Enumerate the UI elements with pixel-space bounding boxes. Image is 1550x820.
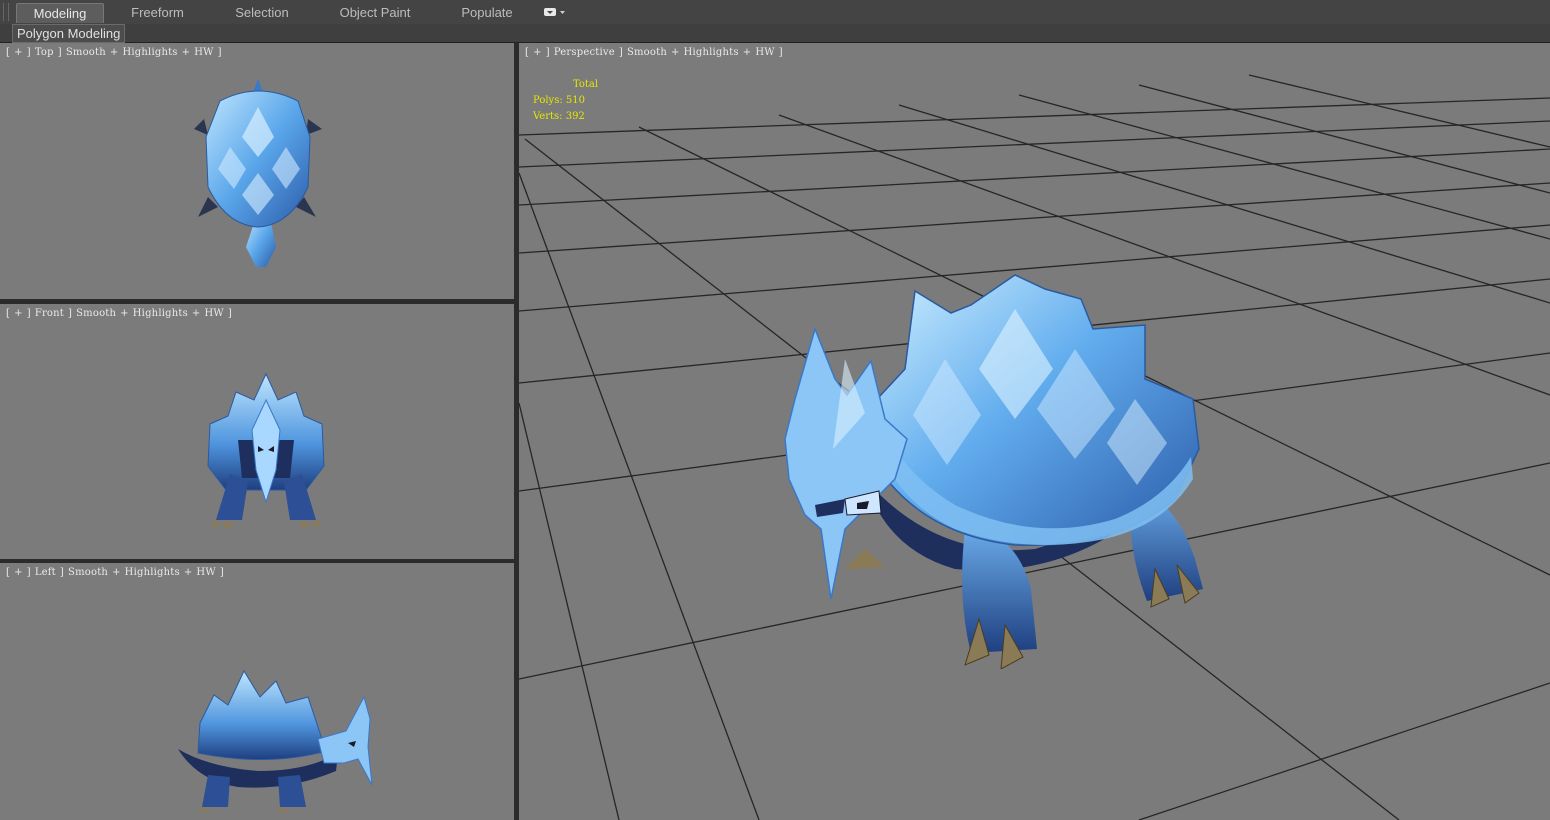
label-plus: + bbox=[742, 47, 752, 58]
turtle-model-front[interactable] bbox=[186, 370, 346, 530]
label-highlights[interactable]: Highlights bbox=[133, 308, 188, 319]
tab-modeling[interactable]: Modeling bbox=[16, 3, 104, 23]
label-bracket: ] bbox=[68, 308, 73, 319]
scene-statistics: Total Polys: 510 Verts: 392 bbox=[533, 77, 598, 125]
label-shading-mode[interactable]: Smooth bbox=[66, 47, 106, 58]
viewport-top[interactable]: [+] Top] Smooth + Highlights + HW] bbox=[0, 43, 514, 299]
viewport-label-front[interactable]: [+] Front] Smooth + Highlights + HW] bbox=[6, 308, 236, 319]
label-hw[interactable]: HW bbox=[205, 308, 224, 319]
viewport-area: [+] Top] Smooth + Highlights + HW] [+] Front] Sm… bbox=[0, 43, 1550, 820]
label-bracket: ] bbox=[57, 47, 62, 58]
tab-object-paint[interactable]: Object Paint bbox=[330, 3, 420, 22]
label-bracket: ] bbox=[618, 47, 623, 58]
label-plus-menu[interactable]: + bbox=[14, 308, 23, 319]
label-plus: + bbox=[112, 567, 121, 578]
label-hw[interactable]: HW bbox=[196, 567, 215, 578]
label-bracket: ] bbox=[778, 47, 783, 58]
ribbon-bar: Modeling Freeform Selection Object Paint… bbox=[0, 0, 1550, 25]
label-highlights[interactable]: Highlights bbox=[122, 47, 177, 58]
label-bracket: [ bbox=[6, 47, 11, 58]
viewport-perspective[interactable]: [+] Perspective] Smooth + Highlights + HW] Tot… bbox=[519, 43, 1550, 820]
label-view-name[interactable]: Front bbox=[35, 308, 64, 319]
label-plus-menu[interactable]: + bbox=[14, 567, 23, 578]
label-bracket: ] bbox=[545, 47, 550, 58]
turtle-model-perspective[interactable] bbox=[775, 229, 1215, 669]
label-bracket: ] bbox=[219, 567, 224, 578]
tab-freeform[interactable]: Freeform bbox=[115, 3, 200, 22]
label-bracket: [ bbox=[6, 567, 11, 578]
label-highlights[interactable]: Highlights bbox=[125, 567, 180, 578]
label-bracket: [ bbox=[525, 47, 530, 58]
stats-verts: Verts: 392 bbox=[533, 111, 585, 122]
label-hw[interactable]: HW bbox=[194, 47, 213, 58]
label-highlights[interactable]: Highlights bbox=[684, 47, 739, 58]
label-view-name[interactable]: Top bbox=[35, 47, 54, 58]
turtle-model-left[interactable] bbox=[168, 667, 380, 811]
label-bracket: ] bbox=[26, 567, 31, 578]
viewport-front[interactable]: [+] Front] Smooth + Highlights + HW] bbox=[0, 304, 514, 559]
label-plus: + bbox=[191, 308, 201, 319]
label-plus: + bbox=[670, 47, 680, 58]
label-plus: + bbox=[109, 47, 119, 58]
label-bracket: ] bbox=[26, 308, 31, 319]
tab-populate[interactable]: Populate bbox=[450, 3, 524, 22]
tab-selection[interactable]: Selection bbox=[220, 3, 304, 22]
ribbon-options-dropdown-icon[interactable] bbox=[543, 6, 567, 18]
viewport-label-left[interactable]: [+] Left] Smooth + Highlights + HW] bbox=[6, 567, 228, 578]
label-bracket: ] bbox=[227, 308, 233, 319]
stats-total-label: Total bbox=[573, 79, 599, 90]
label-bracket: ] bbox=[26, 47, 31, 58]
ribbon-panel-bar: Polygon Modeling bbox=[0, 24, 1550, 43]
label-plus: + bbox=[183, 567, 193, 578]
viewport-label-top[interactable]: [+] Top] Smooth + Highlights + HW] bbox=[6, 47, 226, 58]
label-bracket: ] bbox=[217, 47, 222, 58]
ribbon-grip[interactable] bbox=[3, 3, 9, 21]
label-bracket: ] bbox=[59, 567, 65, 578]
label-shading-mode[interactable]: Smooth bbox=[68, 567, 108, 578]
polygon-modeling-panel-toggle[interactable]: Polygon Modeling bbox=[12, 24, 126, 43]
label-plus: + bbox=[120, 308, 129, 319]
stats-polys: Polys: 510 bbox=[533, 95, 585, 106]
label-hw[interactable]: HW bbox=[755, 47, 774, 58]
label-shading-mode[interactable]: Smooth bbox=[76, 308, 116, 319]
turtle-model-top[interactable] bbox=[190, 77, 330, 273]
viewport-label-perspective[interactable]: [+] Perspective] Smooth + Highlights + HW] bbox=[525, 47, 787, 58]
label-shading-mode[interactable]: Smooth bbox=[627, 47, 667, 58]
label-bracket: [ bbox=[6, 308, 11, 319]
label-view-name[interactable]: Perspective bbox=[554, 47, 615, 58]
viewport-left[interactable]: [+] Left] Smooth + Highlights + HW] bbox=[0, 563, 514, 820]
label-plus-menu[interactable]: + bbox=[14, 47, 23, 58]
label-plus-menu[interactable]: + bbox=[533, 47, 542, 58]
label-view-name[interactable]: Left bbox=[35, 567, 56, 578]
label-plus: + bbox=[181, 47, 191, 58]
